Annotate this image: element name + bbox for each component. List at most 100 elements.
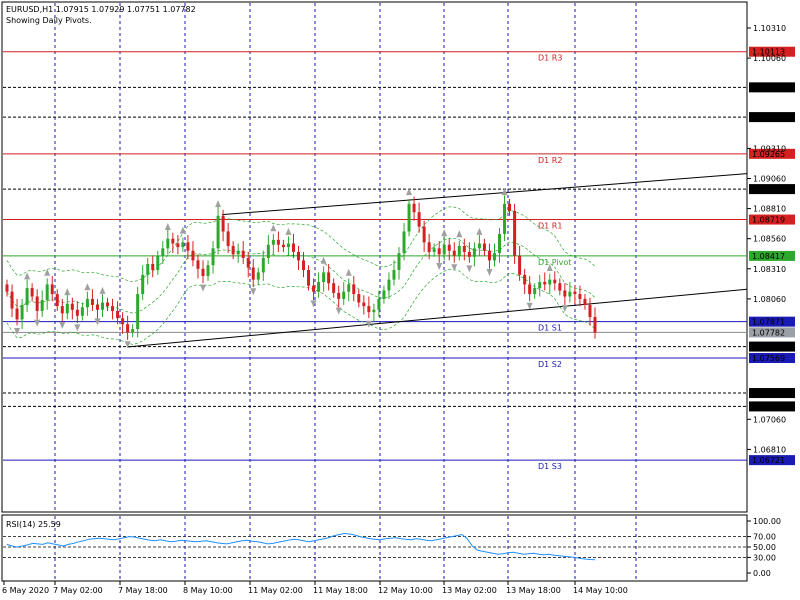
price-tick-label: 1.06810 <box>753 445 786 454</box>
candle-body <box>171 238 175 244</box>
candle-body <box>442 244 446 255</box>
pivot-price-value: 1.07569 <box>752 354 785 363</box>
candle-body <box>266 244 270 258</box>
candle-body <box>397 253 401 271</box>
candle-body <box>186 242 190 251</box>
time-tick-label: 8 May 10:00 <box>183 586 233 595</box>
candle-body <box>342 291 346 299</box>
rsi-tick-label: 50.00 <box>753 543 776 552</box>
candle-body <box>246 257 250 268</box>
candle-body <box>85 298 89 308</box>
candle-body <box>377 298 381 310</box>
candle-body <box>578 294 582 299</box>
candle-body <box>116 310 120 319</box>
price-tick-label: 1.09310 <box>753 144 786 153</box>
candle-body <box>161 248 165 256</box>
candle-body <box>508 203 512 212</box>
chart-window: D1 R31.10113D1 R21.09265D1 R11.08719D1 P… <box>0 0 800 600</box>
candle-body <box>95 304 99 310</box>
candle-body <box>281 244 285 248</box>
candle-body <box>191 250 195 261</box>
level-price-value: 1.07278 <box>752 389 785 398</box>
level-price-value: 1.09817 <box>752 83 785 92</box>
candle-body <box>558 283 562 291</box>
candle-body <box>131 329 135 333</box>
rsi-tick-label: 30.00 <box>753 553 776 562</box>
candle-body <box>402 231 406 254</box>
candle-body <box>30 288 34 297</box>
candle-body <box>231 245 235 255</box>
price-tick-label: 1.08810 <box>753 205 786 214</box>
candle-body <box>548 279 552 285</box>
candle-body <box>457 245 461 256</box>
candle-body <box>467 251 471 257</box>
candle-body <box>65 303 69 314</box>
candle-body <box>5 284 9 292</box>
candle-body <box>15 308 19 320</box>
candle-body <box>332 283 336 293</box>
chart-title: EURUSD,H1 1.07915 1.07929 1.07751 1.0778… <box>6 5 196 14</box>
candle-body <box>417 212 421 227</box>
candle-body <box>412 203 416 213</box>
candle-body <box>337 292 341 299</box>
candle-body <box>357 294 361 303</box>
level-price-value: 1.07664 <box>752 343 785 352</box>
candle-body <box>317 282 321 292</box>
price-tick-label: 1.10060 <box>753 54 786 63</box>
candle-body <box>472 248 476 257</box>
candle-body <box>302 260 306 271</box>
level-price-value: 1.08972 <box>752 185 785 194</box>
price-tick-label: 1.10310 <box>753 24 786 33</box>
candle-body <box>55 294 59 307</box>
candle-body <box>291 243 295 252</box>
candle-body <box>322 272 326 283</box>
candle-body <box>492 253 496 261</box>
candle-body <box>166 238 170 249</box>
candle-body <box>271 239 275 245</box>
candle-body <box>45 284 49 301</box>
pivot-label: D1 R3 <box>538 54 562 63</box>
candle-body <box>523 274 527 285</box>
candle-body <box>70 303 74 310</box>
candle-body <box>75 309 79 316</box>
price-tick-label: 1.08060 <box>753 295 786 304</box>
level-price-value: 1.07167 <box>752 402 785 411</box>
candle-body <box>588 304 592 317</box>
candle-body <box>538 282 542 289</box>
time-tick-label: 13 May 02:00 <box>442 586 497 595</box>
candle-body <box>437 248 441 255</box>
pivot-label: D1 S2 <box>538 360 562 369</box>
candle-body <box>362 302 366 307</box>
candle-body <box>221 215 225 232</box>
candle-body <box>40 300 44 311</box>
candle-body <box>422 226 426 243</box>
candle-body <box>100 302 104 310</box>
candle-body <box>482 243 486 251</box>
rsi-label: RSI(14) 25.59 <box>6 520 61 529</box>
candle-body <box>513 211 517 256</box>
rsi-tick-label: 70.00 <box>753 533 776 542</box>
price-tick-label: 1.07060 <box>753 415 786 424</box>
pivot-price-value: 1.06721 <box>752 456 785 465</box>
candle-body <box>503 203 507 234</box>
candle-body <box>196 260 200 269</box>
candle-body <box>151 263 155 271</box>
time-tick-label: 14 May 10:00 <box>573 586 628 595</box>
candle-body <box>312 285 316 292</box>
candle-body <box>251 267 255 280</box>
pivot-price-value: 1.07871 <box>752 318 785 327</box>
candle-body <box>553 279 557 284</box>
pivot-label: D1 R2 <box>538 156 562 165</box>
candle-body <box>111 306 115 311</box>
candle-body <box>407 203 411 232</box>
candle-body <box>35 296 39 311</box>
candle-body <box>136 294 140 329</box>
candle-body <box>90 298 94 305</box>
current-price-value: 1.07782 <box>752 328 785 337</box>
pivot-label: D1 Pivot <box>538 258 571 267</box>
candle-body <box>518 255 522 275</box>
candle-body <box>487 250 491 261</box>
candle-body <box>226 231 230 246</box>
candle-body <box>216 215 220 249</box>
candle-body <box>372 309 376 313</box>
